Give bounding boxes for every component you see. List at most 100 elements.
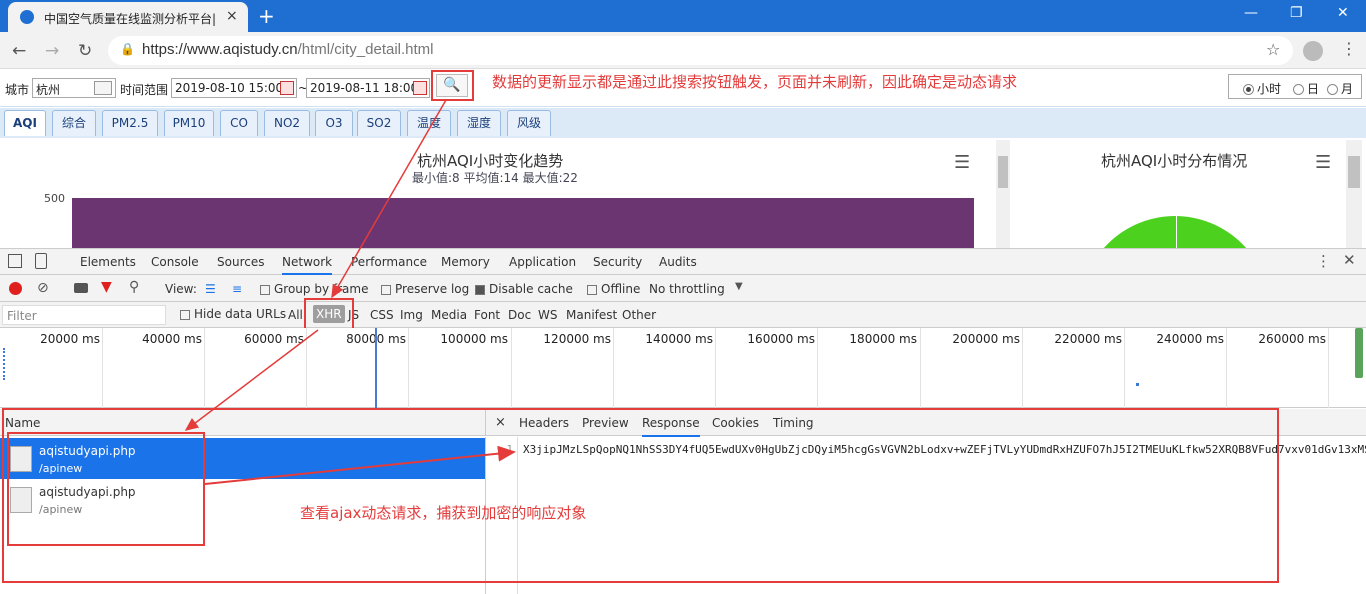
search-icon[interactable]: ⚲ [129,279,139,295]
bookmark-star-icon[interactable]: ☆ [1266,40,1280,59]
forward-arrow-icon[interactable]: → [45,41,59,61]
devtools-tab-audits[interactable]: Audits [659,255,697,269]
site-favicon-icon [20,10,34,24]
tab-o3[interactable]: O3 [315,110,353,136]
new-tab-button[interactable]: + [258,4,275,28]
devtools-tab-performance[interactable]: Performance [351,255,427,269]
offline-checkbox[interactable] [587,284,597,295]
timeline-scrollbar[interactable] [1355,328,1363,378]
hide-data-urls-checkbox[interactable] [180,309,190,320]
search-icon: 🔍 [443,77,461,93]
right-chart-scrollbar[interactable] [1346,140,1362,248]
throttling-select[interactable]: No throttling [649,282,725,296]
timeline-tick: 240000 ms [1156,332,1224,346]
calendar-icon[interactable] [413,81,427,95]
devtools-menu-icon[interactable]: ⋮ [1316,252,1331,270]
disable-cache-toggle[interactable]: Disable cache [475,282,573,296]
type-filter-css[interactable]: CSS [370,308,394,322]
device-toolbar-icon[interactable] [35,253,47,269]
grid-line [715,328,716,408]
record-icon[interactable] [9,282,22,295]
devtools-tab-sources[interactable]: Sources [217,255,264,269]
radio-hour[interactable]: 小时 [1243,80,1281,97]
tab-close-icon[interactable]: × [226,8,238,24]
devtools-tab-elements[interactable]: Elements [80,255,136,269]
type-filter-all[interactable]: All [288,308,303,322]
devtools-tab-network[interactable]: Network [282,255,333,275]
start-time-input[interactable]: 2019-08-10 15:00 [171,78,297,98]
scrollbar-thumb[interactable] [1348,156,1360,188]
scrollbar-thumb[interactable] [998,156,1008,188]
type-filter-ws[interactable]: WS [538,308,557,322]
profile-avatar-icon[interactable] [1303,41,1323,61]
devtools-tab-memory[interactable]: Memory [441,255,490,269]
devtools-close-icon[interactable]: ✕ [1343,251,1356,269]
tab-composite[interactable]: 综合 [52,110,96,136]
grid-line [613,328,614,408]
end-time-input[interactable]: 2019-08-11 18:00 [306,78,430,98]
start-time-value: 2019-08-10 15:00 [175,81,284,95]
devtools-tab-application[interactable]: Application [509,255,576,269]
filter-placeholder: Filter [7,309,37,323]
browser-menu-icon[interactable]: ⋮ [1341,39,1357,58]
inspect-element-icon[interactable] [8,254,22,268]
group-by-frame-checkbox[interactable] [260,284,270,295]
type-filter-manifest[interactable]: Manifest [566,308,617,322]
radio-day[interactable]: 日 [1293,80,1319,97]
chart-menu-icon[interactable]: ☰ [1315,152,1331,173]
minimize-button[interactable]: — [1244,5,1258,21]
timeline-tick: 160000 ms [747,332,815,346]
grid-line [102,328,103,408]
type-filter-other[interactable]: Other [622,308,656,322]
preserve-log-checkbox[interactable] [381,284,391,295]
city-picker-icon[interactable] [94,81,112,95]
tab-co[interactable]: CO [220,110,258,136]
type-filter-doc[interactable]: Doc [508,308,531,322]
address-bar[interactable]: 🔒 https://www.aqistudy.cn/html/city_deta… [108,36,1293,65]
browser-tab[interactable]: 中国空气质量在线监测分析平台| × [8,2,248,32]
grid-line [1124,328,1125,408]
tab-no2[interactable]: NO2 [264,110,310,136]
devtools-tab-security[interactable]: Security [593,255,642,269]
reload-icon[interactable]: ↻ [78,41,92,61]
network-timeline[interactable]: 20000 ms 40000 ms 60000 ms 80000 ms 1000… [0,328,1366,408]
disable-cache-checkbox[interactable] [475,284,485,295]
tab-pm25[interactable]: PM2.5 [102,110,158,136]
tab-so2[interactable]: SO2 [357,110,401,136]
waterfall-icon[interactable]: ≡ [232,282,242,296]
search-button[interactable]: 🔍 [436,74,468,97]
left-chart-scrollbar[interactable] [996,140,1010,248]
timeline-tick: 40000 ms [142,332,202,346]
back-arrow-icon[interactable]: ← [12,41,26,61]
hide-data-urls-toggle[interactable]: Hide data URLs [180,307,286,321]
network-toolbar: ⊘ ▼ ⚲ View: ☰ ≡ Group by frame Preserve … [0,275,1366,302]
group-by-frame-toggle[interactable]: Group by frame [260,282,368,296]
chart-menu-icon[interactable]: ☰ [954,152,970,173]
clear-icon[interactable]: ⊘ [37,280,49,296]
type-filter-media[interactable]: Media [431,308,467,322]
pie-divider [1176,216,1177,248]
tab-aqi[interactable]: AQI [4,110,46,136]
offline-toggle[interactable]: Offline [587,282,640,296]
radio-day-label: 日 [1307,82,1320,96]
tab-pm10[interactable]: PM10 [164,110,214,136]
filter-input[interactable]: Filter [2,305,166,325]
tab-temperature[interactable]: 温度 [407,110,451,136]
close-window-button[interactable]: ✕ [1337,5,1349,21]
maximize-button[interactable]: ❐ [1290,5,1303,21]
calendar-icon[interactable] [280,81,294,95]
tab-wind[interactable]: 风级 [507,110,551,136]
timeline-tick: 120000 ms [543,332,611,346]
throttling-dropdown-icon[interactable]: ▼ [735,281,743,292]
filter-funnel-icon[interactable]: ▼ [101,279,112,295]
screenshot-icon[interactable] [74,283,88,293]
tab-humidity[interactable]: 湿度 [457,110,501,136]
type-filter-img[interactable]: Img [400,308,423,322]
preserve-log-toggle[interactable]: Preserve log [381,282,469,296]
preserve-log-label: Preserve log [395,282,470,296]
type-filter-font[interactable]: Font [474,308,500,322]
city-input[interactable]: 杭州 [32,78,116,98]
radio-month[interactable]: 月 [1327,80,1353,97]
large-rows-icon[interactable]: ☰ [205,282,216,296]
devtools-tab-console[interactable]: Console [151,255,199,269]
